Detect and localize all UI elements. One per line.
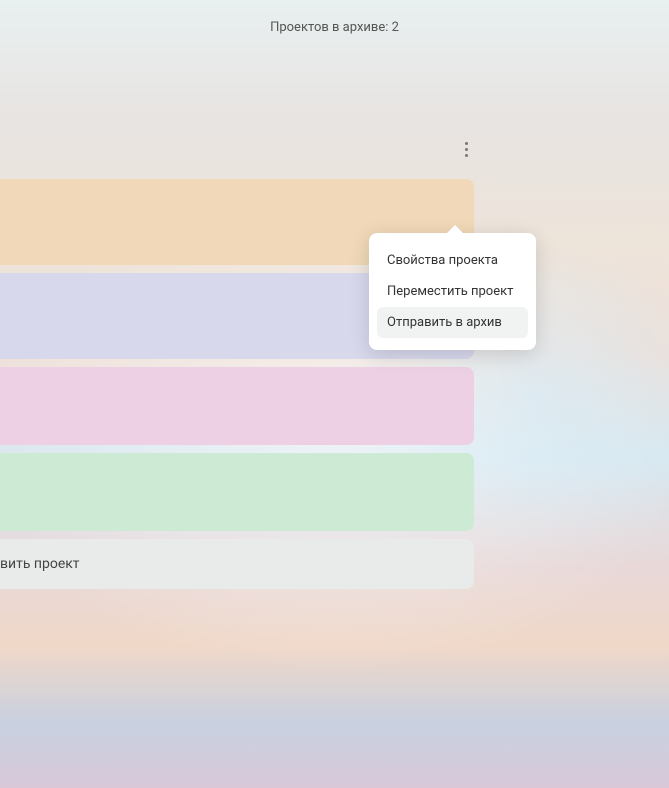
add-project-button[interactable]: вить проект (0, 539, 474, 589)
project-card[interactable] (0, 367, 474, 445)
project-card[interactable] (0, 453, 474, 531)
menu-item-properties[interactable]: Свойства проекта (377, 245, 528, 276)
add-project-label: вить проект (0, 556, 80, 572)
menu-item-move[interactable]: Переместить проект (377, 276, 528, 307)
project-context-menu: Свойства проекта Переместить проект Отпр… (369, 233, 536, 350)
menu-item-archive[interactable]: Отправить в архив (377, 307, 528, 338)
archive-count-text: Проектов в архиве: 2 (0, 20, 669, 35)
more-vertical-icon (465, 148, 468, 151)
more-options-button[interactable] (454, 137, 478, 161)
